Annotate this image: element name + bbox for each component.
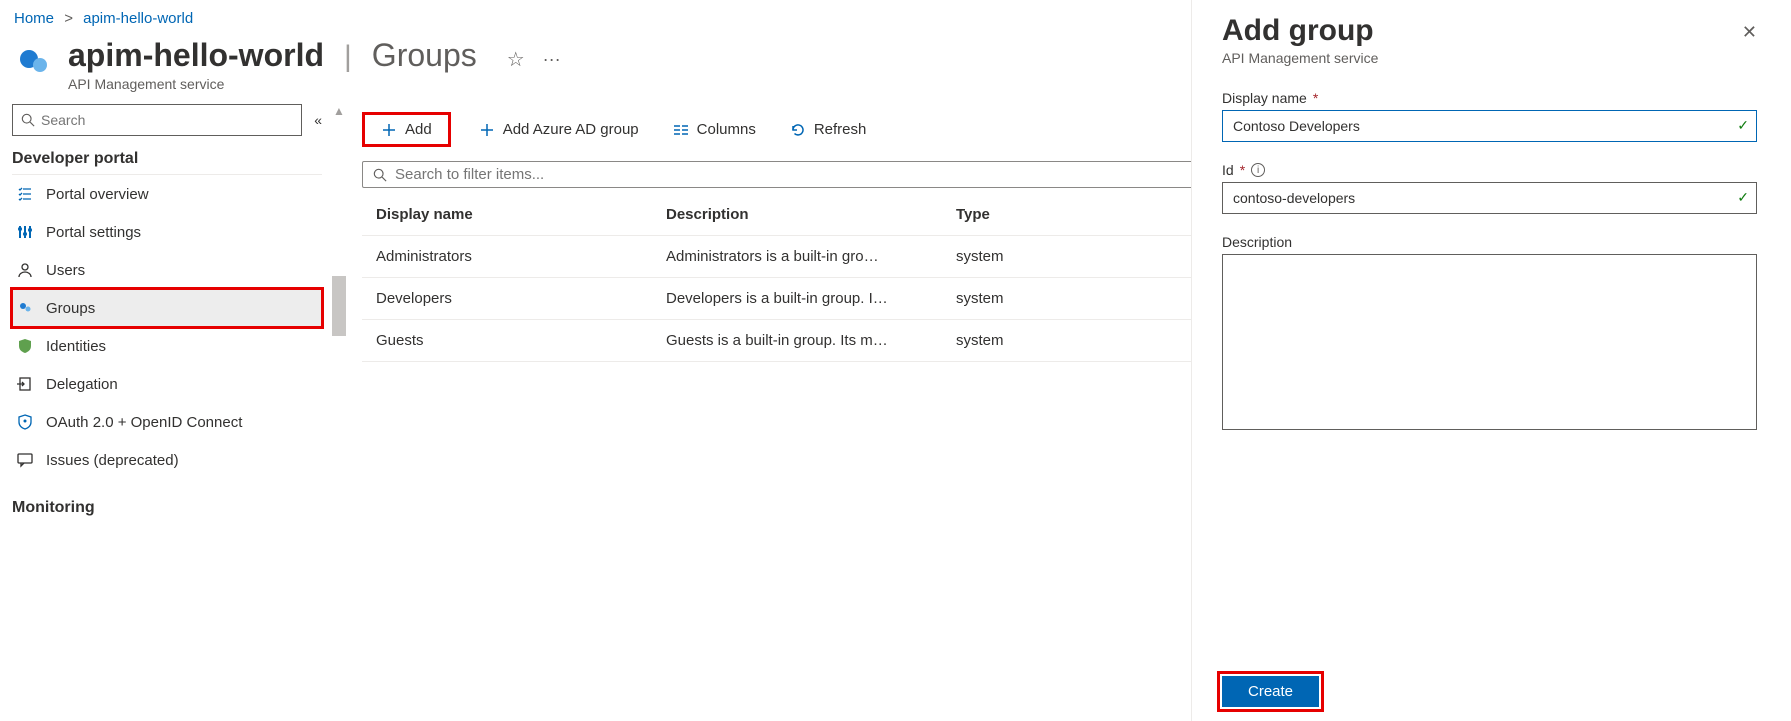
sliders-icon (16, 223, 34, 241)
search-icon (21, 113, 35, 127)
description-input[interactable] (1222, 254, 1757, 430)
add-button[interactable]: Add (362, 112, 451, 147)
nav-label: Portal settings (46, 224, 141, 241)
id-input[interactable] (1222, 182, 1757, 214)
cell-name: Administrators (362, 236, 652, 278)
nav-label: OAuth 2.0 + OpenID Connect (46, 414, 242, 431)
more-icon[interactable]: ··· (543, 49, 561, 70)
plus-icon (381, 122, 397, 138)
nav-label: Delegation (46, 376, 118, 393)
favorite-star-icon[interactable]: ☆ (507, 47, 525, 72)
cell-desc: Developers is a built-in group. I… (652, 278, 942, 320)
field-id: Id* i ✓ (1222, 162, 1757, 214)
apim-icon (14, 41, 54, 81)
nav-label: Users (46, 262, 85, 279)
check-icon: ✓ (1737, 117, 1749, 134)
sidebar-search[interactable] (12, 104, 302, 136)
nav-section-monitoring: Monitoring (12, 499, 322, 517)
section-title: Groups (372, 37, 477, 74)
panel-title: Add group (1222, 14, 1374, 48)
group-icon (16, 299, 34, 317)
nav-item-identities[interactable]: Identities (12, 327, 322, 365)
sidebar-scrollbar[interactable]: ▲ (330, 104, 348, 705)
create-button[interactable]: Create (1222, 676, 1319, 707)
add-group-panel: Add group ✕ API Management service Displ… (1191, 0, 1791, 721)
title-divider: | (344, 40, 352, 74)
cell-desc: Guests is a built-in group. Its m… (652, 320, 942, 362)
nav-item-delegation[interactable]: Delegation (12, 365, 322, 403)
add-ad-label: Add Azure AD group (503, 121, 639, 138)
collapse-sidebar-icon[interactable]: « (314, 112, 322, 128)
panel-subtitle: API Management service (1222, 50, 1757, 66)
required-indicator: * (1313, 90, 1318, 106)
breadcrumb-current[interactable]: apim-hello-world (83, 10, 193, 27)
nav-item-groups[interactable]: Groups (12, 289, 322, 327)
nav-item-portal-settings[interactable]: Portal settings (12, 213, 322, 251)
sidebar-search-input[interactable] (41, 112, 293, 128)
oauth-icon (16, 413, 34, 431)
close-icon[interactable]: ✕ (1742, 22, 1757, 43)
nav-item-issues[interactable]: Issues (deprecated) (12, 441, 322, 479)
delegation-icon (16, 375, 34, 393)
columns-label: Columns (697, 121, 756, 138)
col-display-name[interactable]: Display name (362, 194, 652, 236)
nav-label: Groups (46, 300, 95, 317)
user-icon (16, 261, 34, 279)
refresh-icon (790, 122, 806, 138)
refresh-label: Refresh (814, 121, 867, 138)
resource-type: API Management service (68, 76, 561, 92)
add-ad-group-button[interactable]: Add Azure AD group (473, 117, 645, 142)
display-name-label: Display name* (1222, 90, 1757, 106)
breadcrumb-home[interactable]: Home (14, 10, 54, 27)
nav-label: Portal overview (46, 186, 149, 203)
plus-icon (479, 122, 495, 138)
required-indicator: * (1240, 162, 1245, 178)
nav-item-users[interactable]: Users (12, 251, 322, 289)
field-display-name: Display name* ✓ (1222, 90, 1757, 142)
refresh-button[interactable]: Refresh (784, 117, 873, 142)
columns-button[interactable]: Columns (667, 117, 762, 142)
search-icon (373, 168, 387, 182)
nav-section-developer-portal: Developer portal (12, 150, 322, 168)
info-icon[interactable]: i (1251, 163, 1265, 177)
checklist-icon (16, 185, 34, 203)
description-label: Description (1222, 234, 1757, 250)
display-name-input[interactable] (1222, 110, 1757, 142)
scroll-thumb[interactable] (332, 276, 346, 336)
col-description[interactable]: Description (652, 194, 942, 236)
nav-label: Issues (deprecated) (46, 452, 179, 469)
add-label: Add (405, 121, 432, 138)
shield-icon (16, 337, 34, 355)
scroll-up-icon[interactable]: ▲ (333, 104, 345, 118)
nav-label: Identities (46, 338, 106, 355)
field-description: Description (1222, 234, 1757, 433)
resource-name: apim-hello-world (68, 37, 324, 74)
cell-desc: Administrators is a built-in gro… (652, 236, 942, 278)
id-label: Id* i (1222, 162, 1757, 178)
chat-icon (16, 451, 34, 469)
sidebar: « Developer portal Portal overview Porta… (0, 104, 330, 705)
cell-name: Guests (362, 320, 652, 362)
nav-item-portal-overview[interactable]: Portal overview (12, 175, 322, 213)
breadcrumb-separator: > (58, 10, 79, 27)
check-icon: ✓ (1737, 189, 1749, 206)
nav-item-oauth[interactable]: OAuth 2.0 + OpenID Connect (12, 403, 322, 441)
columns-icon (673, 122, 689, 138)
cell-name: Developers (362, 278, 652, 320)
nav-list: Portal overview Portal settings Users Gr… (12, 174, 322, 479)
